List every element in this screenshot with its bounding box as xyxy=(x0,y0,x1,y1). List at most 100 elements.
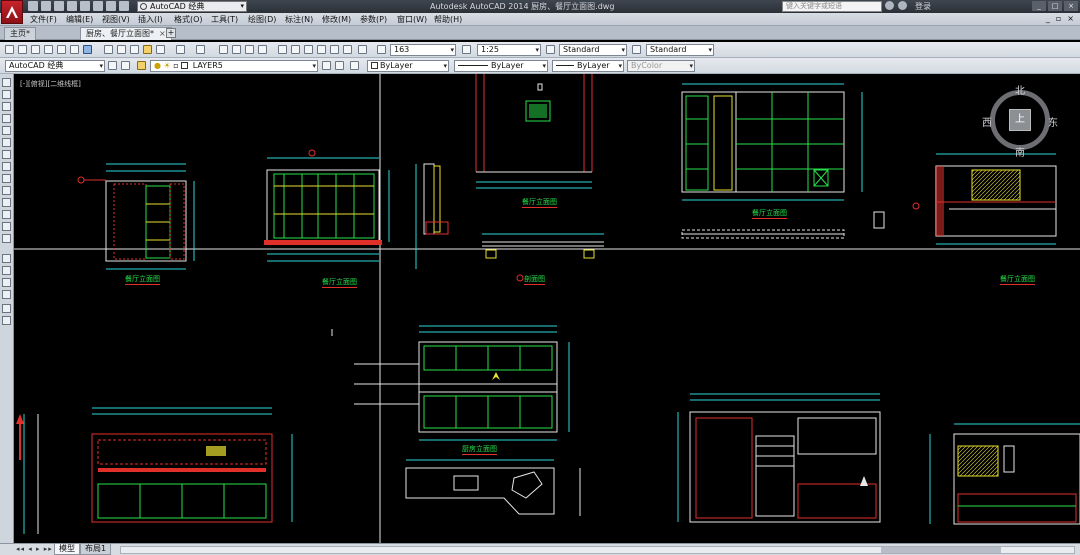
close-icon[interactable]: × xyxy=(159,29,166,38)
dimension-style-select[interactable]: 1:25 ▾ xyxy=(477,44,541,56)
zoom-realtime-icon[interactable] xyxy=(232,45,241,54)
dimension-style-icon[interactable] xyxy=(462,45,471,54)
open-icon[interactable] xyxy=(18,45,27,54)
redo-icon[interactable] xyxy=(106,1,116,11)
hatch-icon[interactable] xyxy=(2,254,11,263)
add-selected-icon[interactable] xyxy=(2,316,11,325)
menu-parametric[interactable]: 参数(P) xyxy=(360,14,387,25)
menu-dimension[interactable]: 标注(N) xyxy=(285,14,313,25)
workspace-save-icon[interactable] xyxy=(121,61,130,70)
multileader-style-icon[interactable] xyxy=(632,45,641,54)
help-icon[interactable] xyxy=(358,45,367,54)
viewcube-top-face[interactable]: 上 xyxy=(1009,109,1031,131)
plot-icon[interactable] xyxy=(80,1,90,11)
layer-properties-icon[interactable] xyxy=(137,61,146,70)
scrollbar-thumb[interactable] xyxy=(881,547,1001,553)
undo-icon[interactable] xyxy=(93,1,103,11)
polygon-icon[interactable] xyxy=(2,114,11,123)
copy-icon[interactable] xyxy=(117,45,126,54)
compass-north[interactable]: 北 xyxy=(1015,82,1025,97)
plot-icon[interactable] xyxy=(44,45,53,54)
new-icon[interactable] xyxy=(5,45,14,54)
maximize-button[interactable]: □ xyxy=(1048,1,1062,11)
menu-window[interactable]: 窗口(W) xyxy=(397,14,427,25)
layer-select[interactable]: ● ☀ ▫ LAYER5 ▾ xyxy=(150,60,318,72)
menu-draw[interactable]: 绘图(D) xyxy=(248,14,276,25)
tab-layout1[interactable]: 布局1 xyxy=(80,544,112,555)
line-icon[interactable] xyxy=(2,78,11,87)
layout-nav-arrows[interactable]: ◂◂ ◂ ▸ ▸▸ xyxy=(16,545,53,553)
tab-drawing[interactable]: 厨房、餐厅立面图* × xyxy=(80,27,172,40)
ellipse-icon[interactable] xyxy=(2,186,11,195)
menu-tools[interactable]: 工具(T) xyxy=(211,14,238,25)
table-style-select[interactable]: Standard ▾ xyxy=(559,44,627,56)
save-as-icon[interactable] xyxy=(67,1,77,11)
viewcube[interactable]: 上 北 南 东 西 xyxy=(982,82,1058,159)
plot-style-select[interactable]: ByColor ▾ xyxy=(627,60,695,72)
ellipse-arc-icon[interactable] xyxy=(2,198,11,207)
save-icon[interactable] xyxy=(54,1,64,11)
quickcalc-icon[interactable] xyxy=(343,45,352,54)
help-search-input[interactable]: 键入关键字或短语 xyxy=(782,1,882,12)
horizontal-scrollbar[interactable] xyxy=(120,546,1075,554)
workspace-settings-icon[interactable] xyxy=(108,61,117,70)
insert-block-icon[interactable] xyxy=(2,210,11,219)
markup-icon[interactable] xyxy=(330,45,339,54)
menu-view[interactable]: 视图(V) xyxy=(102,14,130,25)
minimize-button[interactable]: _ xyxy=(1032,1,1046,11)
match-properties-icon[interactable] xyxy=(119,1,129,11)
compass-east[interactable]: 东 xyxy=(1048,114,1058,129)
polyline-icon[interactable] xyxy=(2,102,11,111)
3d-dwf-icon[interactable] xyxy=(83,45,92,54)
plot-preview-icon[interactable] xyxy=(57,45,66,54)
pan-icon[interactable] xyxy=(219,45,228,54)
text-style-icon[interactable] xyxy=(377,45,386,54)
compass-west[interactable]: 西 xyxy=(982,114,992,129)
properties-icon[interactable] xyxy=(278,45,287,54)
table-icon[interactable] xyxy=(2,290,11,299)
search-icon[interactable] xyxy=(885,1,894,10)
design-center-icon[interactable] xyxy=(291,45,300,54)
tab-model[interactable]: 模型 xyxy=(54,544,80,555)
color-select[interactable]: ByLayer ▾ xyxy=(367,60,449,72)
circle-icon[interactable] xyxy=(2,150,11,159)
make-current-layer-icon[interactable] xyxy=(322,61,331,70)
tab-home[interactable]: 主页* xyxy=(4,27,36,40)
new-tab-button[interactable]: + xyxy=(166,28,176,38)
layer-previous-icon[interactable] xyxy=(335,61,344,70)
paste-icon[interactable] xyxy=(130,45,139,54)
gradient-icon[interactable] xyxy=(2,266,11,275)
login-link[interactable]: 登录 xyxy=(915,1,931,12)
sheet-set-icon[interactable] xyxy=(317,45,326,54)
save-icon[interactable] xyxy=(31,45,40,54)
workspace-switcher[interactable]: AutoCAD 经典 ▾ xyxy=(137,1,247,12)
rectangle-icon[interactable] xyxy=(2,126,11,135)
menu-file[interactable]: 文件(F) xyxy=(30,14,57,25)
tool-palettes-icon[interactable] xyxy=(304,45,313,54)
doc-close-button[interactable]: × xyxy=(1067,14,1074,23)
doc-minimize-button[interactable]: _ xyxy=(1046,14,1050,23)
menu-format[interactable]: 格式(O) xyxy=(174,14,203,25)
construction-line-icon[interactable] xyxy=(2,90,11,99)
workspace-select[interactable]: AutoCAD 经典 ▾ xyxy=(5,60,105,72)
arc-icon[interactable] xyxy=(2,138,11,147)
drawing-canvas[interactable]: [-][俯视][二维线框] 餐厅立面图 餐厅立面图 餐厅立面图 剖面图 餐厅立面… xyxy=(14,74,1080,543)
menu-edit[interactable]: 编辑(E) xyxy=(66,14,93,25)
text-style-select[interactable]: 163 ▾ xyxy=(390,44,456,56)
region-icon[interactable] xyxy=(2,278,11,287)
zoom-previous-icon[interactable] xyxy=(258,45,267,54)
table-style-icon[interactable] xyxy=(546,45,555,54)
multileader-style-select[interactable]: Standard ▾ xyxy=(646,44,714,56)
multiline-text-icon[interactable] xyxy=(2,304,11,313)
match-properties-icon[interactable] xyxy=(143,45,152,54)
make-block-icon[interactable] xyxy=(2,222,11,231)
spline-icon[interactable] xyxy=(2,174,11,183)
layer-state-icon[interactable] xyxy=(350,61,359,70)
point-icon[interactable] xyxy=(2,234,11,243)
autocad-logo-icon[interactable] xyxy=(1,0,23,24)
user-icon[interactable] xyxy=(898,1,907,10)
cut-icon[interactable] xyxy=(104,45,113,54)
block-editor-icon[interactable] xyxy=(156,45,165,54)
menu-help[interactable]: 帮助(H) xyxy=(434,14,462,25)
redo-icon[interactable] xyxy=(196,45,205,54)
